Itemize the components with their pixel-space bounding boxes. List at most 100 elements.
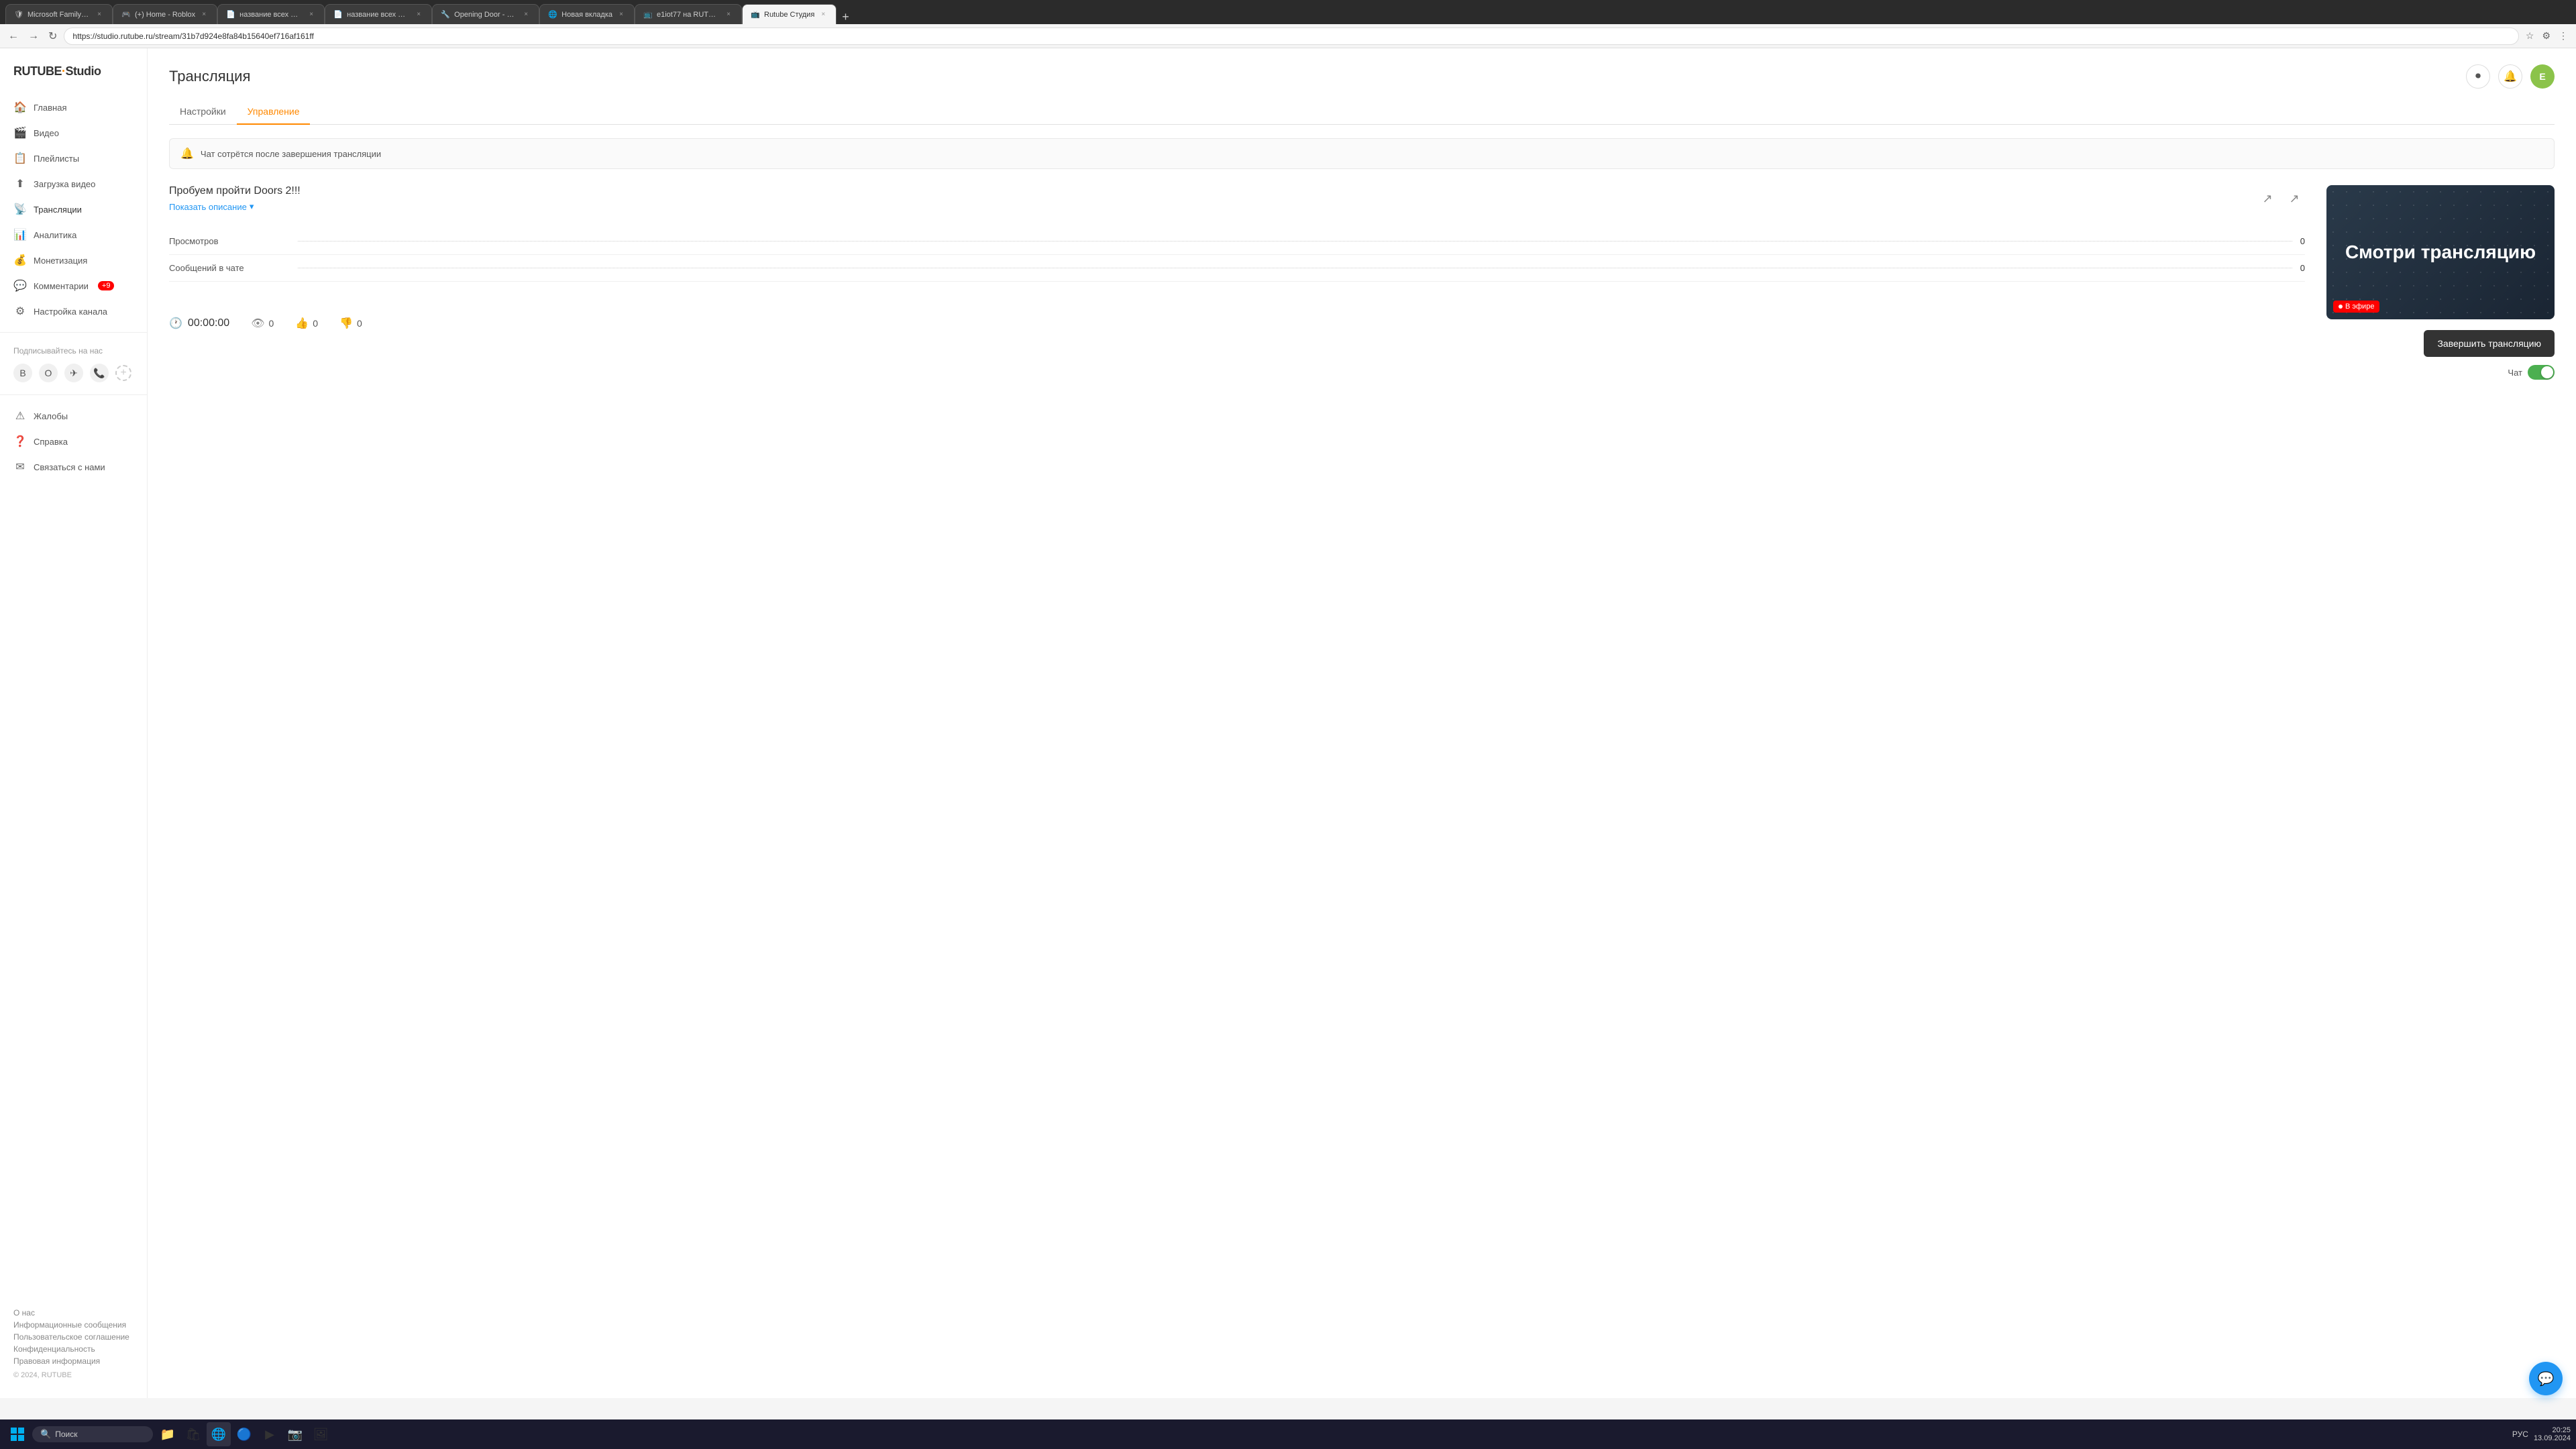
tab-close-rutube-channel[interactable]: ×	[724, 10, 733, 19]
dislikes-count: 0	[357, 318, 362, 329]
tab-favicon-mat2: 📄	[333, 10, 343, 19]
sidebar-item-monetization[interactable]: 💰 Монетизация	[0, 248, 147, 273]
taskbar-search[interactable]: 🔍 Поиск	[32, 1426, 153, 1442]
back-button[interactable]: ←	[5, 28, 21, 45]
tab-close-mat1[interactable]: ×	[307, 10, 316, 19]
forward-button[interactable]: →	[25, 28, 42, 45]
add-social-icon[interactable]: +	[115, 365, 131, 381]
tab-bar: 🛡 Microsoft Family Safety × 🎮 (+) Home -…	[0, 0, 2576, 24]
tab-settings[interactable]: Настройки	[169, 99, 237, 125]
sidebar-item-complaints[interactable]: ⚠ Жалобы	[0, 403, 147, 429]
sidebar-item-home[interactable]: 🏠 Главная	[0, 95, 147, 120]
footer-link-terms[interactable]: Пользовательское соглашение	[13, 1332, 133, 1342]
bookmark-button[interactable]: ☆	[2523, 28, 2537, 44]
tab-microsoft[interactable]: 🛡 Microsoft Family Safety ×	[5, 4, 113, 24]
contact-icon: ✉	[13, 460, 27, 474]
taskbar-app-youtube[interactable]: ▶	[258, 1422, 282, 1446]
tab-mat2[interactable]: 📄 название всех матери... ×	[325, 4, 432, 24]
viber-icon[interactable]: 📞	[90, 364, 109, 382]
share-button[interactable]: ↗	[2257, 188, 2278, 209]
browser-toolbar: ← → ↻ https://studio.rutube.ru/stream/31…	[0, 24, 2576, 48]
tab-close-mat2[interactable]: ×	[414, 10, 423, 19]
sidebar-divider-2	[0, 394, 147, 395]
footer-link-privacy[interactable]: Конфиденциальность	[13, 1344, 133, 1354]
tab-close-microsoft[interactable]: ×	[95, 10, 104, 19]
tab-mat1[interactable]: 📄 название всех матери... ×	[217, 4, 325, 24]
sidebar-item-streams[interactable]: 📡 Трансляции	[0, 197, 147, 222]
tab-favicon-roblox: 🎮	[121, 10, 131, 19]
chat-toggle-switch[interactable]	[2528, 365, 2555, 380]
sidebar-label-video: Видео	[34, 128, 59, 138]
tab-rutube-studio[interactable]: 📺 Rutube Студия ×	[742, 4, 837, 24]
taskbar-app-store[interactable]: 🛍	[181, 1422, 205, 1446]
vk-icon[interactable]: В	[13, 364, 32, 382]
social-icons-row: В О ✈ 📞 +	[0, 360, 147, 386]
tab-opening-door[interactable]: 🔧 Opening Door - Creator... ×	[432, 4, 539, 24]
stream-metrics: 🕐 00:00:00 👁 0 👍 0 👎 0	[169, 303, 2305, 343]
telegram-icon[interactable]: ✈	[64, 364, 83, 382]
tab-close-rutube-studio[interactable]: ×	[818, 10, 828, 19]
sidebar-item-channel[interactable]: ⚙ Настройка канала	[0, 299, 147, 324]
preview-dots-decoration	[2326, 185, 2555, 319]
alert-text: Чат сотрётся после завершения трансляции	[201, 149, 381, 159]
tab-favicon-new: 🌐	[548, 10, 557, 19]
taskbar-app-edge[interactable]: 🔵	[232, 1422, 256, 1446]
sidebar-item-help[interactable]: ❓ Справка	[0, 429, 147, 454]
taskbar-app-explorer[interactable]: 📁	[156, 1422, 180, 1446]
stream-title: Пробуем пройти Doors 2!!!	[169, 185, 301, 197]
tab-close-roblox[interactable]: ×	[199, 10, 209, 19]
tab-favicon-rutube-channel: 📺	[643, 10, 653, 19]
notifications-button[interactable]: 🔔	[2498, 64, 2522, 89]
external-link-button[interactable]: ↗	[2284, 188, 2305, 209]
new-tab-button[interactable]: +	[837, 10, 855, 24]
metric-dislikes: 👎 0	[339, 317, 362, 330]
tab-control[interactable]: Управление	[237, 99, 311, 125]
sidebar-label-comments: Комментарии	[34, 281, 89, 291]
sidebar-item-video[interactable]: 🎬 Видео	[0, 120, 147, 146]
tab-favicon-mat1: 📄	[226, 10, 235, 19]
taskbar-app-unknown1[interactable]: 📷	[283, 1422, 307, 1446]
tab-close-new[interactable]: ×	[616, 10, 626, 19]
content-right: Смотри трансляцию В эфире Завершить тран…	[2326, 185, 2555, 380]
tab-close-opening-door[interactable]: ×	[521, 10, 531, 19]
taskbar-app-chrome[interactable]: 🌐	[207, 1422, 231, 1446]
sidebar-nav: 🏠 Главная 🎬 Видео 📋 Плейлисты ⬆ Загрузка…	[0, 95, 147, 324]
tab-title-roblox: (+) Home - Roblox	[135, 11, 195, 19]
monetization-icon: 💰	[13, 254, 27, 267]
extensions-button[interactable]: ⚙	[2539, 28, 2553, 44]
refresh-button[interactable]: ↻	[46, 27, 60, 46]
time-text: 20:25	[2534, 1426, 2571, 1434]
tab-new[interactable]: 🌐 Новая вкладка ×	[539, 4, 635, 24]
bell-icon: 🔔	[2504, 70, 2517, 83]
tab-roblox[interactable]: 🎮 (+) Home - Roblox ×	[113, 4, 217, 24]
footer-link-about[interactable]: О нас	[13, 1308, 133, 1318]
chat-fab[interactable]: 💬	[2529, 1362, 2563, 1395]
footer-link-info[interactable]: Информационные сообщения	[13, 1320, 133, 1330]
avatar-letter: E	[2539, 71, 2545, 82]
toolbar-actions: ☆ ⚙ ⋮	[2523, 28, 2571, 44]
live-label: В эфире	[2345, 303, 2374, 311]
user-avatar[interactable]: E	[2530, 64, 2555, 89]
odnoklassniki-icon[interactable]: О	[39, 364, 58, 382]
main-area: Трансляция ⏺ 🔔 E Настройки Управление	[148, 48, 2576, 1398]
sidebar-item-comments[interactable]: 💬 Комментарии +9	[0, 273, 147, 299]
sidebar-item-contact[interactable]: ✉ Связаться с нами	[0, 454, 147, 480]
analytics-icon: 📊	[13, 228, 27, 241]
sidebar-item-upload[interactable]: ⬆ Загрузка видео	[0, 171, 147, 197]
sidebar-divider-1	[0, 332, 147, 333]
sidebar-item-analytics[interactable]: 📊 Аналитика	[0, 222, 147, 248]
channel-settings-icon: ⚙	[13, 305, 27, 318]
menu-button[interactable]: ⋮	[2556, 28, 2571, 44]
record-button[interactable]: ⏺	[2466, 64, 2490, 89]
footer-link-legal[interactable]: Правовая информация	[13, 1356, 133, 1366]
sidebar-item-playlists[interactable]: 📋 Плейлисты	[0, 146, 147, 171]
taskbar: 🔍 Поиск 📁 🛍 🌐 🔵 ▶ 📷 🖼 РУС 20:25 13.09.20…	[0, 1419, 2576, 1449]
timer-value: 00:00:00	[188, 317, 229, 329]
address-bar[interactable]: https://studio.rutube.ru/stream/31b7d924…	[64, 28, 2518, 45]
taskbar-app-unknown2[interactable]: 🖼	[309, 1422, 333, 1446]
start-button[interactable]	[5, 1422, 30, 1446]
show-description-link[interactable]: Показать описание ▾	[169, 201, 301, 212]
lang-indicator: РУС	[2512, 1430, 2528, 1439]
tab-rutube-channel[interactable]: 📺 e1iot77 на RUTUBE: 16 в... ×	[635, 4, 742, 24]
end-stream-button[interactable]: Завершить трансляцию	[2424, 330, 2555, 357]
